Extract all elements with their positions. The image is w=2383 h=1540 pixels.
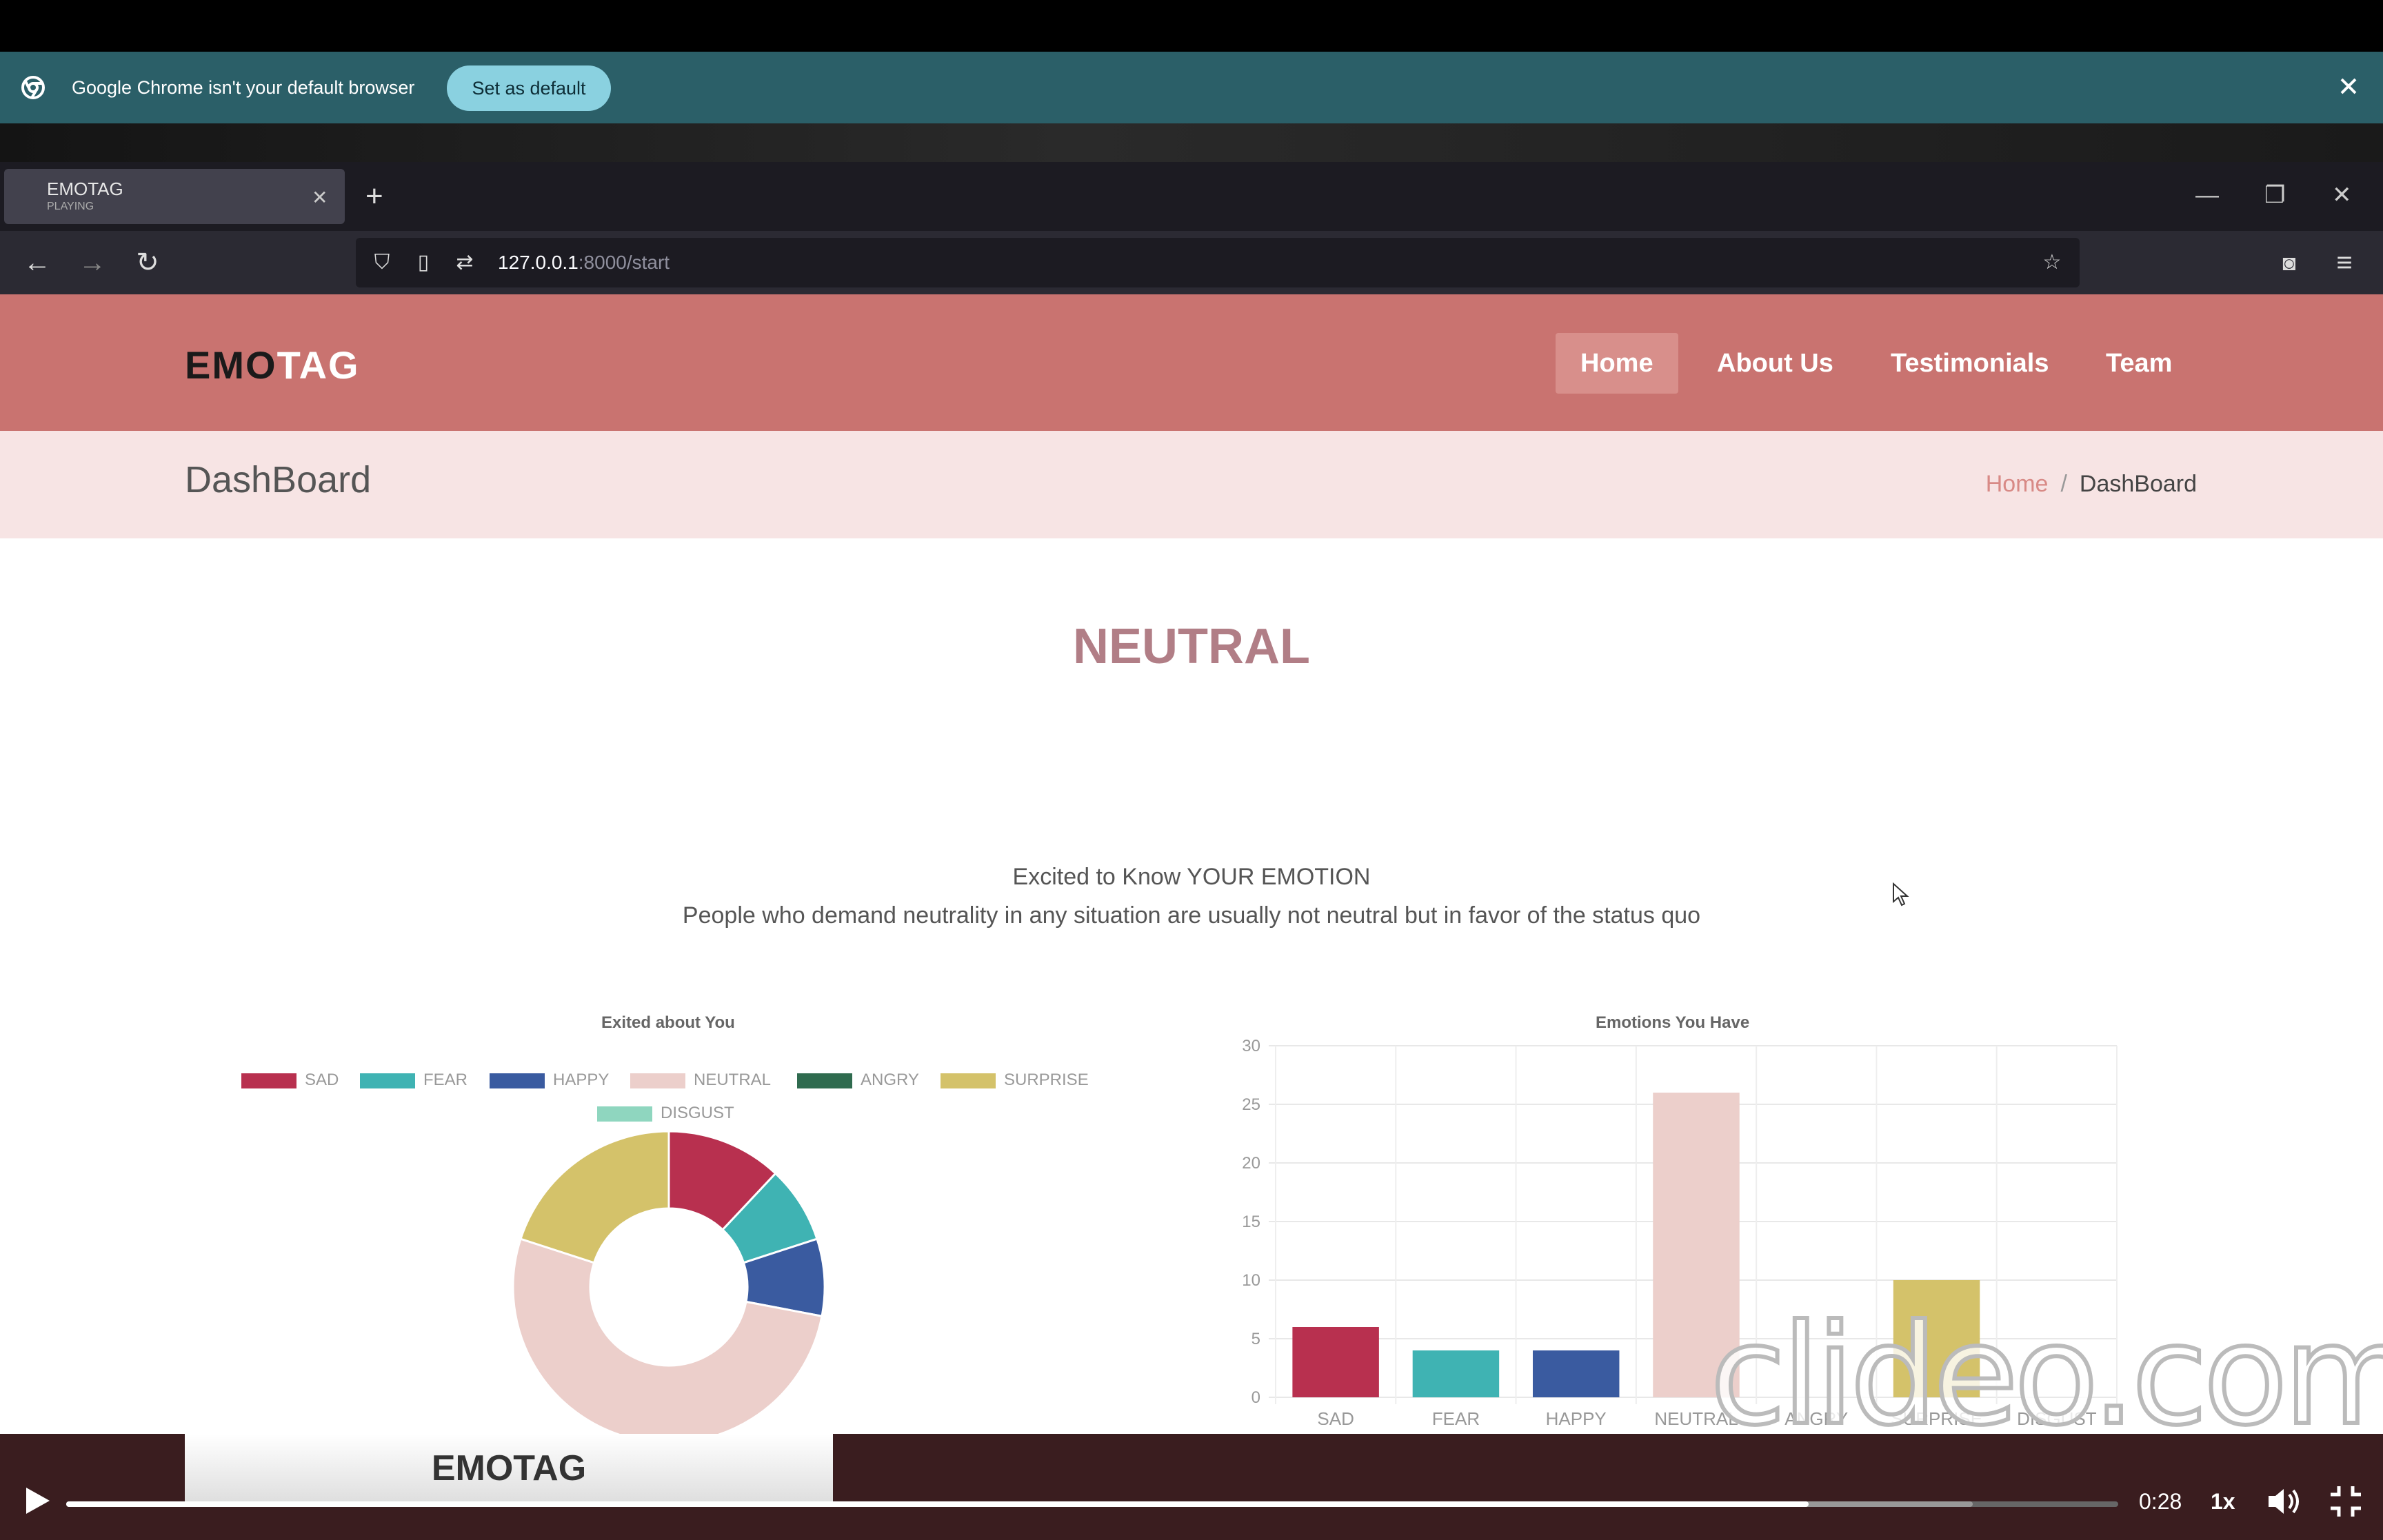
address-bar[interactable]: ⛉ ▯ ⇄ 127.0.0.1:8000/start ☆ [356, 238, 2080, 287]
donut-chart [512, 1130, 826, 1434]
url-path: :8000/start [578, 252, 670, 273]
firefox-tab-bar: EMOTAG PLAYING ✕ + — ❐ ✕ [0, 162, 2383, 231]
y-tick-label: 15 [1242, 1213, 1260, 1231]
page-title: DashBoard [185, 459, 372, 500]
menu-icon[interactable]: ≡ [2326, 245, 2362, 281]
legend-label: SAD [305, 1071, 339, 1089]
new-tab-icon[interactable]: + [365, 181, 383, 212]
breadcrumb-separator: / [2060, 471, 2067, 497]
bar-happy[interactable] [1532, 1350, 1620, 1397]
legend-item-happy[interactable]: HAPPY [490, 1071, 609, 1090]
pocket-icon[interactable]: ◙ [2271, 245, 2307, 281]
site-header: EMOTAG Home About Us Testimonials Team [0, 294, 2383, 431]
legend-swatch [490, 1073, 545, 1088]
reload-icon[interactable]: ↻ [130, 245, 165, 281]
breadcrumb-current: DashBoard [2079, 471, 2197, 497]
legend-item-disgust[interactable]: DISGUST [597, 1104, 734, 1123]
video-top-band [0, 123, 2383, 162]
bar-fear[interactable] [1412, 1350, 1500, 1397]
breadcrumb: Home / DashBoard [1986, 471, 2197, 498]
tab-emotag[interactable]: EMOTAG PLAYING ✕ [4, 169, 345, 224]
bookmark-star-icon[interactable]: ☆ [2038, 249, 2066, 276]
progress-fill [66, 1501, 1809, 1507]
legend-swatch [941, 1073, 996, 1088]
legend-swatch [360, 1073, 415, 1088]
bar-sad[interactable] [1292, 1327, 1379, 1397]
legend-label: NEUTRAL [694, 1071, 772, 1089]
chrome-icon [21, 76, 45, 99]
x-tick-label: HAPPY [1546, 1408, 1607, 1425]
forward-icon[interactable]: → [74, 245, 110, 281]
nav-team[interactable]: Team [2081, 333, 2197, 394]
shield-icon[interactable]: ⛉ [368, 249, 396, 276]
y-tick-label: 25 [1242, 1095, 1260, 1114]
volume-icon[interactable] [2264, 1482, 2303, 1521]
x-tick-label: FEAR [1432, 1408, 1480, 1425]
close-icon[interactable] [2335, 72, 2362, 100]
video-progress-bar[interactable] [66, 1501, 2118, 1507]
tagline-quote: People who demand neutrality in any situ… [682, 902, 1701, 929]
mouse-cursor-icon [1893, 882, 1909, 906]
site-logo[interactable]: EMOTAG [185, 343, 360, 387]
back-icon[interactable]: ← [19, 245, 55, 281]
url-host: 127.0.0.1 [498, 252, 579, 273]
x-tick-label: SAD [1317, 1408, 1354, 1425]
y-tick-label: 20 [1242, 1154, 1260, 1173]
playback-speed-button[interactable]: 1x [2211, 1489, 2235, 1514]
restore-icon[interactable]: ❐ [2264, 181, 2285, 209]
footer-card: EMOTAG [185, 1434, 833, 1506]
legend-label: FEAR [423, 1071, 468, 1089]
nav-home[interactable]: Home [1556, 333, 1678, 394]
legend-swatch [241, 1073, 296, 1088]
tab-title: EMOTAG [47, 179, 123, 199]
minimize-icon[interactable]: — [2195, 181, 2219, 209]
legend-label: DISGUST [661, 1104, 734, 1122]
legend-item-neutral[interactable]: NEUTRAL [630, 1071, 771, 1090]
current-time: 0:28 [2139, 1489, 2182, 1514]
legend-item-angry[interactable]: ANGRY [797, 1071, 919, 1090]
tagline-primary: Excited to Know YOUR EMOTION [1012, 864, 1371, 890]
legend-item-fear[interactable]: FEAR [360, 1071, 467, 1090]
logo-part-tag: TAG [276, 343, 360, 387]
logo-part-emo: EMO [185, 343, 277, 387]
watermark: clideo.com [1708, 1293, 2383, 1434]
legend-label: HAPPY [553, 1071, 610, 1089]
exit-fullscreen-icon[interactable] [2328, 1483, 2364, 1519]
default-browser-infobar: Google Chrome isn't your default browser… [0, 52, 2383, 123]
legend-label: ANGRY [861, 1071, 919, 1089]
detected-emotion: NEUTRAL [1073, 619, 1310, 674]
tab-close-icon[interactable]: ✕ [312, 188, 328, 207]
legend-item-surprise[interactable]: SURPRISE [941, 1071, 1089, 1090]
donut-slice-surprise[interactable] [519, 1130, 670, 1264]
breadcrumb-home[interactable]: Home [1986, 471, 2049, 497]
set-as-default-button[interactable]: Set as default [447, 65, 611, 111]
legend-item-sad[interactable]: SAD [241, 1071, 339, 1090]
y-tick-label: 5 [1251, 1330, 1260, 1348]
footer-card-title: EMOTAG [431, 1448, 587, 1488]
firefox-nav-bar: ← → ↻ ⛉ ▯ ⇄ 127.0.0.1:8000/start ☆ ◙ ≡ [0, 231, 2383, 294]
legend-label: SURPRISE [1004, 1071, 1089, 1089]
video-frame: EMOTAG PLAYING ✕ + — ❐ ✕ ← → ↻ ⛉ ▯ ⇄ 127… [0, 123, 2383, 1434]
infobar-message: Google Chrome isn't your default browser [72, 77, 415, 98]
legend-swatch [597, 1106, 652, 1122]
y-tick-label: 0 [1251, 1388, 1260, 1407]
breadcrumb-bar: DashBoard Home / DashBoard [0, 431, 2383, 538]
legend-swatch [630, 1073, 685, 1088]
play-icon[interactable] [18, 1482, 55, 1519]
window-close-icon[interactable]: ✕ [2332, 181, 2352, 209]
nav-testimonials[interactable]: Testimonials [1866, 333, 2073, 394]
permissions-icon[interactable]: ⇄ [451, 249, 479, 276]
donut-chart-title: Exited about You [601, 1013, 735, 1032]
nav-about-us[interactable]: About Us [1692, 333, 1858, 394]
tab-subtitle: PLAYING [47, 201, 94, 212]
url-text: 127.0.0.1:8000/start [498, 252, 670, 274]
y-tick-label: 10 [1242, 1271, 1260, 1290]
y-tick-label: 30 [1242, 1037, 1260, 1055]
legend-swatch [797, 1073, 852, 1088]
web-page: EMOTAG Home About Us Testimonials Team D… [0, 294, 2383, 1434]
page-icon[interactable]: ▯ [410, 249, 437, 276]
